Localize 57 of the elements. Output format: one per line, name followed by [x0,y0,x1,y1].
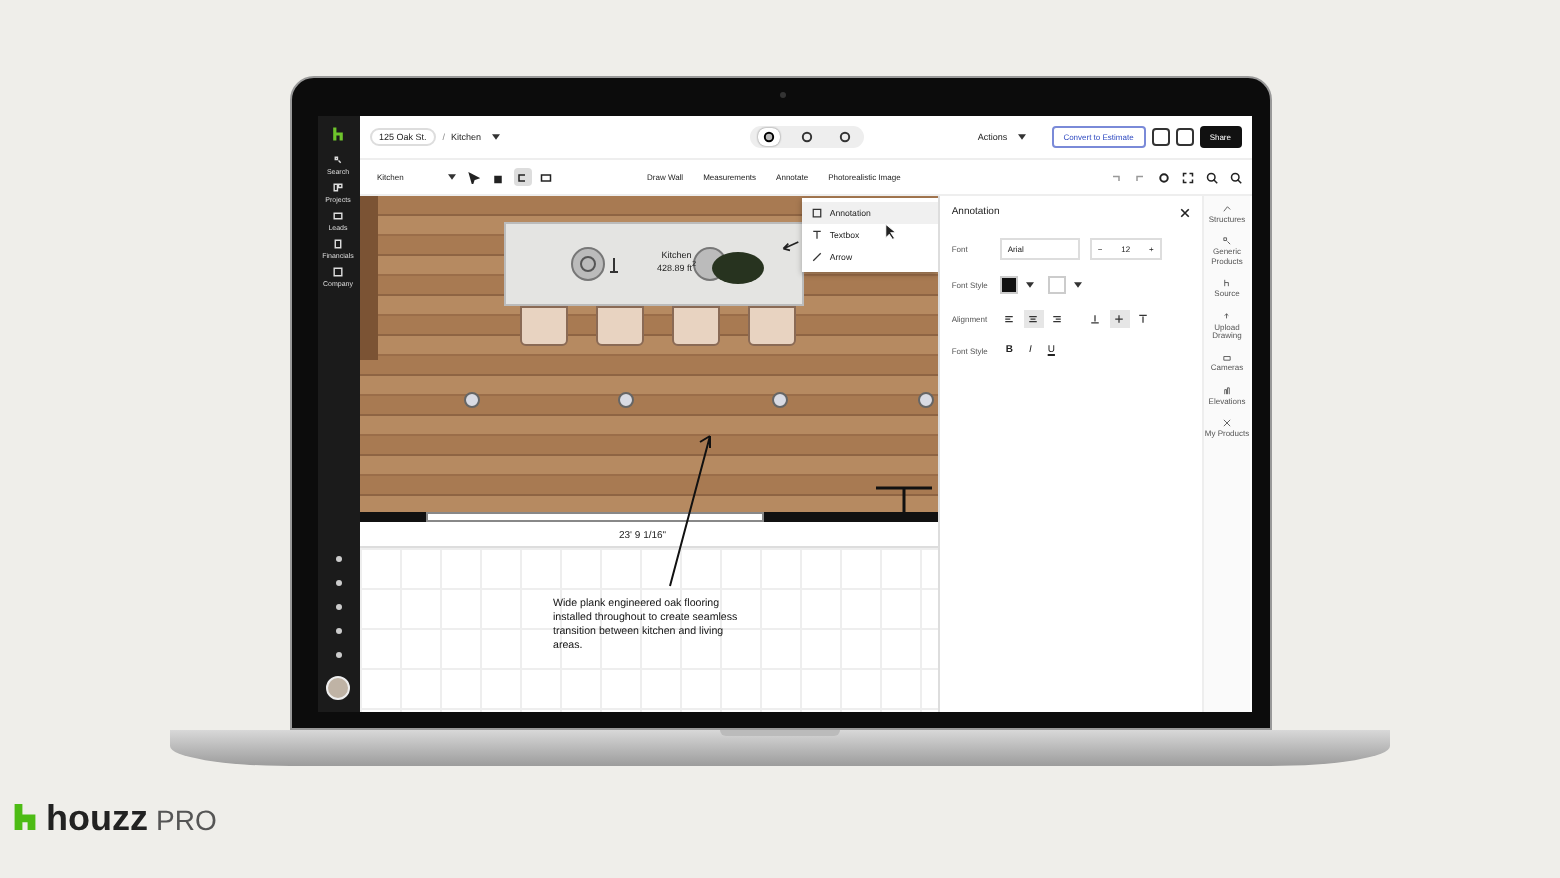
nav-icon [332,182,344,194]
vertical-align-icon [1090,314,1101,324]
caret-icon[interactable] [1073,282,1082,288]
rail-icon [1222,418,1233,429]
close-icon[interactable] [1179,207,1190,217]
arrow-icon [779,240,799,254]
caret-icon[interactable] [447,174,455,180]
redo-icon[interactable] [1133,171,1145,183]
zoom-out-icon[interactable] [1229,171,1241,183]
rail-icon [1222,311,1233,322]
align-icon [1004,314,1015,324]
bar-stool [595,306,643,346]
vertical-align-icon [1138,314,1149,324]
menu-item-icon [811,252,822,262]
undo-icon[interactable] [1109,171,1121,183]
caret-icon[interactable] [1017,134,1026,140]
color-swatch[interactable] [999,276,1018,294]
nav-icon [332,154,344,166]
rail-icon [1222,352,1233,363]
bar-stool [747,306,795,346]
brand-name: houzz [46,798,148,840]
vertical-align-icon [1114,314,1125,324]
caret-icon[interactable] [491,134,500,140]
tool-button[interactable] [513,168,531,186]
nav-icon [331,210,344,222]
align-icon [1028,314,1039,324]
menu-item-icon [811,230,822,240]
rail-icon [1222,204,1233,214]
app-logo-icon [330,126,346,142]
webcam [779,92,785,98]
view-mode-icon [837,130,851,144]
houzz-logo-icon [12,804,38,830]
menu-item-icon [811,208,822,218]
rail-icon [1222,236,1233,247]
align-button[interactable] [1023,310,1044,328]
rail-icon [1222,278,1233,289]
tool-button[interactable] [465,168,483,186]
fit-view-icon[interactable] [1181,171,1193,183]
user-avatar[interactable] [326,676,350,700]
tool-button[interactable] [537,168,555,186]
vertical-align-button[interactable] [1109,310,1130,328]
brand-suffix: PRO [156,804,217,836]
download-button[interactable] [1175,128,1194,146]
upload-button[interactable] [1151,128,1170,146]
bar-stool [671,306,719,346]
view-mode-icon [799,130,813,144]
view-mode-button[interactable] [757,128,779,146]
zoom-in-icon[interactable] [1205,171,1217,183]
nav-icon [331,266,344,278]
cursor-icon [883,222,897,240]
rail-icon [1222,385,1233,396]
color-swatch[interactable] [1047,276,1066,294]
caret-icon[interactable] [1025,282,1034,288]
bar-stool [519,306,567,346]
nav-icon [331,238,344,250]
view-mode-icon [761,130,775,144]
align-icon [1052,314,1063,324]
